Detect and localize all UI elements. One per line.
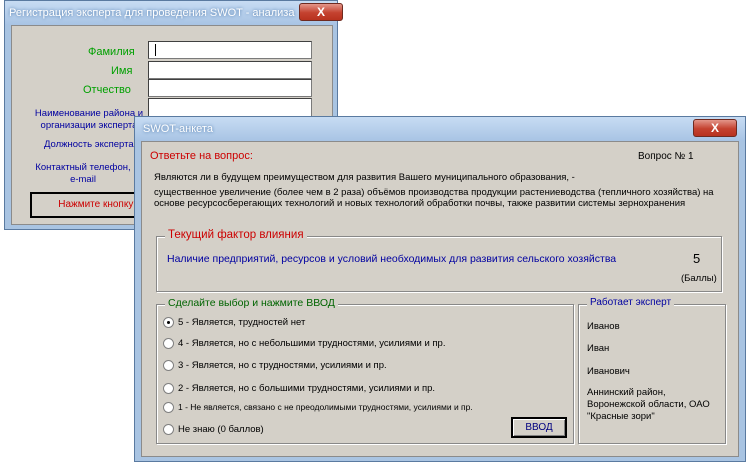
enter-button[interactable]: ВВОД (511, 417, 567, 438)
option-1[interactable]: 1 - Не является, связано с не преодолимы… (163, 400, 473, 414)
question-text-line1: Являются ли в будущем преимуществом для … (154, 172, 575, 183)
swot-window: SWOT-анкета X Ответьте на вопрос: Вопрос… (134, 116, 746, 462)
answer-prompt: Ответьте на вопрос: (150, 150, 253, 162)
factor-score: 5 (693, 251, 701, 266)
surname-label: Фамилия (88, 46, 135, 58)
patronymic-input[interactable] (148, 79, 312, 97)
expert-organization: Аннинский район, Воронежской области, ОА… (587, 387, 710, 422)
district-label: Наименование района и организации экспер… (34, 108, 144, 131)
option-3-radio[interactable] (163, 359, 174, 371)
option-0-radio[interactable] (163, 423, 174, 435)
registration-title: Регистрация эксперта для проведения SWOT… (9, 7, 295, 19)
expert-frame: Работает эксперт Иванов Иван Иванович Ан… (578, 297, 726, 444)
option-2-label: 2 - Является, но с большими трудностями,… (178, 382, 436, 394)
option-5-label: 5 - Является, трудностей нет (178, 316, 306, 328)
enter-button-label: ВВОД (525, 422, 553, 433)
swot-titlebar: SWOT-анкета X (135, 117, 745, 141)
expert-patronymic: Иванович (587, 366, 630, 377)
expert-title: Работает эксперт (587, 297, 675, 308)
factor-units: (Баллы) (681, 273, 717, 284)
factor-title: Текущий фактор влияния (165, 229, 307, 241)
factor-text: Наличие предприятий, ресурсов и условий … (167, 253, 617, 265)
name-input[interactable] (148, 61, 312, 79)
option-4[interactable]: 4 - Является, но с небольшими трудностям… (163, 336, 445, 350)
question-number: Вопрос № 1 (638, 151, 694, 162)
option-0[interactable]: Не знаю (0 баллов) (163, 422, 264, 436)
option-5[interactable]: 5 - Является, трудностей нет (163, 315, 305, 329)
position-label: Должность эксперта (44, 139, 134, 150)
choice-title: Сделайте выбор и нажмите ВВОД (165, 297, 338, 309)
option-1-radio[interactable] (163, 401, 174, 413)
option-4-radio[interactable] (163, 337, 174, 349)
option-1-label: 1 - Не является, связано с не преодолимы… (178, 402, 473, 412)
patronymic-label: Отчество (83, 84, 131, 96)
surname-input[interactable] (148, 41, 312, 59)
option-3[interactable]: 3 - Является, но с трудностями, усилиями… (163, 358, 387, 372)
swot-client-area: Ответьте на вопрос: Вопрос № 1 Являются … (141, 141, 739, 457)
expert-name: Иван (587, 343, 610, 354)
registration-titlebar: Регистрация эксперта для проведения SWOT… (5, 1, 343, 25)
expert-surname: Иванов (587, 321, 620, 332)
question-text-line2: существенное увеличение (более чем в 2 р… (154, 187, 714, 209)
option-2[interactable]: 2 - Является, но с большими трудностями,… (163, 381, 435, 395)
option-0-label: Не знаю (0 баллов) (178, 423, 264, 435)
name-label: Имя (111, 65, 133, 77)
factor-frame: Текущий фактор влияния Наличие предприят… (156, 229, 722, 292)
option-2-radio[interactable] (163, 382, 174, 394)
option-3-label: 3 - Является, но с трудностями, усилиями… (178, 359, 387, 371)
option-5-radio[interactable] (163, 316, 174, 328)
option-4-label: 4 - Является, но с небольшими трудностям… (178, 337, 446, 349)
swot-close-button[interactable]: X (693, 119, 737, 137)
text-cursor (155, 44, 156, 56)
choice-frame: Сделайте выбор и нажмите ВВОД 5 - Являет… (156, 297, 574, 444)
phone-label: Контактный телефон, e-mail (35, 162, 131, 185)
swot-title: SWOT-анкета (143, 123, 213, 135)
registration-close-button[interactable]: X (299, 3, 343, 21)
